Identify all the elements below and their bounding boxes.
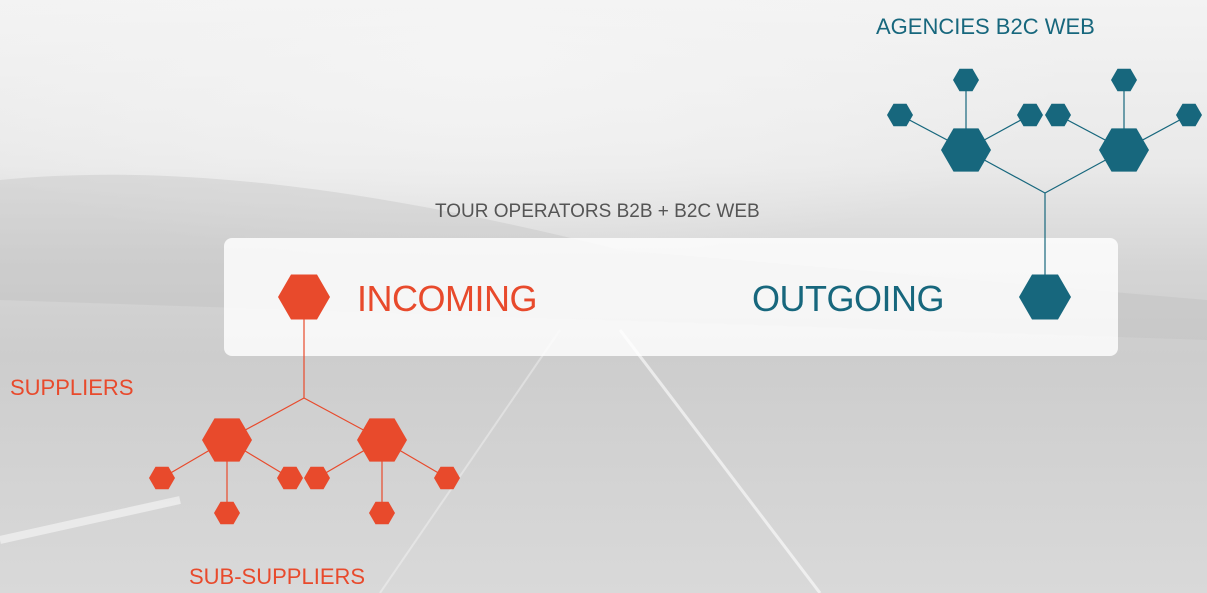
agency-leaf-node bbox=[1017, 103, 1043, 127]
agency-leaf-node bbox=[1111, 68, 1137, 92]
tour-operators-label: TOUR OPERATORS B2B + B2C WEB bbox=[435, 201, 760, 222]
sub-supplier-node bbox=[214, 501, 240, 525]
sub-supplier-node bbox=[304, 466, 330, 490]
sub-supplier-node bbox=[149, 466, 175, 490]
incoming-label: INCOMING bbox=[357, 278, 538, 319]
agency-node bbox=[1099, 128, 1149, 172]
outgoing-tree-lines bbox=[899, 80, 1190, 287]
agency-leaf-node bbox=[953, 68, 979, 92]
supplier-node bbox=[202, 418, 252, 462]
supplier-node bbox=[357, 418, 407, 462]
agency-leaf-node bbox=[1176, 103, 1202, 127]
agencies-label: AGENCIES B2C WEB bbox=[876, 14, 1095, 39]
sub-supplier-node bbox=[369, 501, 395, 525]
agency-leaf-node bbox=[1045, 103, 1071, 127]
sub-suppliers-label: SUB-SUPPLIERS bbox=[189, 564, 366, 589]
incoming-tree-lines bbox=[161, 297, 448, 513]
agency-leaf-node bbox=[887, 103, 913, 127]
sub-supplier-node bbox=[277, 466, 303, 490]
suppliers-label: SUPPLIERS bbox=[10, 375, 134, 400]
sub-supplier-node bbox=[434, 466, 460, 490]
distribution-diagram bbox=[149, 68, 1202, 525]
outgoing-hub-node bbox=[1019, 274, 1071, 320]
outgoing-label: OUTGOING bbox=[752, 278, 945, 319]
agency-node bbox=[941, 128, 991, 172]
incoming-hub-node bbox=[278, 274, 330, 320]
